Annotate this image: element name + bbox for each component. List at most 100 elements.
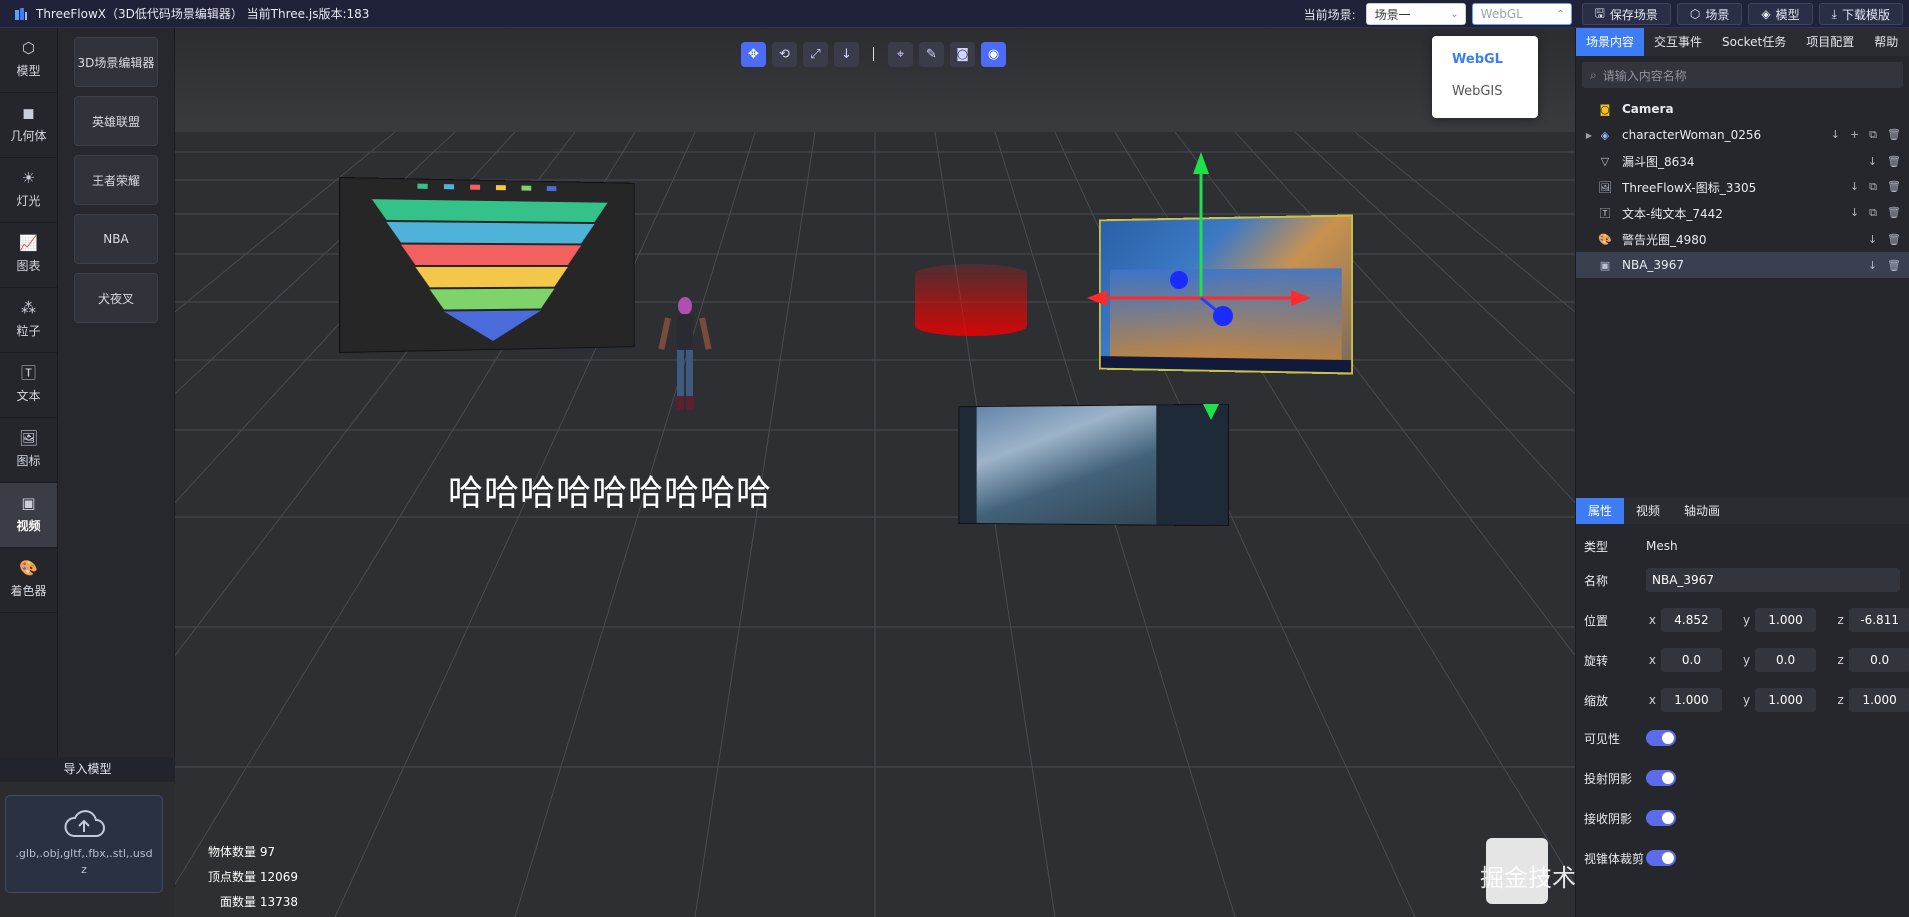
scene-button[interactable]: ⬡ 场景 [1676, 3, 1743, 25]
top-bar: ThreeFlowX（3D低代码场景编辑器） 当前Three.js版本:183 … [0, 0, 1909, 28]
sidebar-item-text[interactable]: 🅃 文本 [0, 353, 57, 418]
rotate-tool-button[interactable]: ⟲ [772, 41, 797, 67]
model-button[interactable]: ◈ 模型 [1748, 3, 1813, 25]
toggle-button[interactable]: ◉ [981, 41, 1006, 67]
screenshot-button[interactable]: ◙ [950, 41, 975, 67]
tab-axis-animation[interactable]: 轴动画 [1672, 498, 1732, 524]
drop-down-icon[interactable]: ↓ [1868, 155, 1877, 168]
scene-tabs: 场景内容 交互事件 Socket任务 项目配置 帮助 [1576, 28, 1909, 56]
tree-item-icon[interactable]: 🖼 ThreeFlowX-图标_3305 ↓ ⧉ 🗑 [1576, 174, 1909, 200]
delete-icon[interactable]: 🗑 [1887, 180, 1901, 194]
toggle-icon: ◉ [987, 46, 1000, 62]
drop-to-ground-button[interactable]: ↓ [834, 41, 859, 67]
asset-item-3d-editor[interactable]: 3D场景编辑器 [74, 37, 158, 87]
asset-item-honor-of-kings[interactable]: 王者荣耀 [74, 155, 158, 205]
sidebar-item-model[interactable]: ⬡ 模型 [0, 28, 57, 93]
sidebar-item-geometry[interactable]: ◼ 几何体 [0, 93, 57, 158]
camera-icon: ◙ [1599, 102, 1611, 116]
scale-y-input[interactable]: 1.000 [1755, 688, 1816, 712]
delete-icon[interactable]: 🗑 [1887, 155, 1901, 168]
gizmo-cone-icon [1203, 404, 1219, 420]
sidebar-item-icon[interactable]: 🖼 图标 [0, 418, 57, 483]
character-woman-object[interactable] [655, 294, 715, 414]
image-icon: 🖼 [1598, 180, 1612, 194]
tab-project-config[interactable]: 项目配置 [1796, 28, 1864, 56]
copy-icon[interactable]: ⧉ [1869, 128, 1877, 142]
drop-down-icon[interactable]: ↓ [1831, 128, 1840, 142]
tab-help[interactable]: 帮助 [1864, 28, 1908, 56]
asset-item-nba[interactable]: NBA [74, 214, 158, 264]
tab-scene-content[interactable]: 场景内容 [1576, 28, 1645, 56]
scene-select[interactable]: 场景一 ⌄ [1365, 3, 1466, 25]
asset-item-lol[interactable]: 英雄联盟 [74, 96, 158, 146]
warning-ring-object[interactable] [915, 264, 1027, 336]
rotation-y-input[interactable]: 0.0 [1755, 648, 1816, 672]
tree-item-nba[interactable]: ▣ NBA_3967 ↓ 🗑 [1576, 252, 1909, 278]
position-x-input[interactable]: 4.852 [1661, 608, 1722, 632]
receive-shadow-toggle[interactable] [1646, 810, 1676, 826]
add-icon[interactable]: + [1850, 128, 1859, 142]
drop-down-icon[interactable]: ↓ [1850, 206, 1859, 220]
arrow-down-icon: ↓ [841, 46, 852, 62]
name-field[interactable]: NBA_3967 [1646, 568, 1900, 592]
tree-item-camera[interactable]: ◙ Camera [1576, 96, 1909, 122]
draw-tool-button[interactable]: ✎ [919, 41, 944, 67]
render-option-webgis[interactable]: WebGIS [1432, 76, 1538, 108]
tab-properties[interactable]: 属性 [1576, 498, 1625, 524]
import-model-dropzone[interactable]: .glb,.obj,gltf,.fbx,.stl,.usdz [5, 795, 163, 893]
prop-receive-shadow-row: 接收阴影 [1576, 803, 1909, 833]
drop-down-icon[interactable]: ↓ [1850, 180, 1859, 194]
tree-item-warning-ring[interactable]: 🎨 警告光圈_4980 ↓ 🗑 [1576, 226, 1909, 252]
drop-down-icon[interactable]: ↓ [1868, 233, 1877, 246]
tree-item-text[interactable]: 🅃 文本-纯文本_7442 ↓ ⧉ 🗑 [1576, 200, 1909, 226]
sidebar-item-particle[interactable]: ⁂ 粒子 [0, 288, 57, 353]
download-template-button[interactable]: ⤓ 下载模版 [1818, 3, 1903, 25]
delete-icon[interactable]: 🗑 [1887, 206, 1901, 220]
rotation-z-input[interactable]: 0.0 [1849, 648, 1909, 672]
palette-icon: 🎨 [19, 559, 38, 577]
sidebar-item-chart[interactable]: 📈 图表 [0, 223, 57, 288]
render-mode-select[interactable]: WebGL ⌃ [1471, 3, 1572, 25]
transform-gizmo[interactable] [1081, 148, 1321, 348]
search-icon: ⌕ [1590, 67, 1597, 82]
render-option-webgl[interactable]: WebGL [1432, 44, 1538, 76]
caret-right-icon[interactable]: ▶ [1582, 131, 1596, 140]
tab-video[interactable]: 视频 [1624, 498, 1672, 524]
prop-scale-row: 缩放 x 1.000 y 1.000 z 1.000 [1576, 685, 1909, 715]
position-z-input[interactable]: -6.811 [1849, 608, 1909, 632]
scene-search-input[interactable]: ⌕ 请输入内容名称 [1582, 62, 1903, 88]
tab-interaction-events[interactable]: 交互事件 [1644, 28, 1712, 56]
tab-socket-tasks[interactable]: Socket任务 [1712, 28, 1796, 56]
frustum-culling-toggle[interactable] [1646, 850, 1676, 866]
delete-icon[interactable]: 🗑 [1887, 259, 1901, 272]
threeflowx-icon-object[interactable] [958, 403, 1230, 527]
save-scene-button[interactable]: 🖫 保存场景 [1581, 3, 1671, 25]
tree-item-character[interactable]: ▶ ◈ characterWoman_0256 ↓ + ⧉ 🗑 [1576, 122, 1909, 148]
cast-shadow-toggle[interactable] [1646, 770, 1676, 786]
3d-viewport[interactable]: ✥ ⟲ ⤢ ↓ ⌖ ✎ ◙ ◉ 哈哈哈哈哈哈哈哈哈 物体数量 97 顶点数量 1… [175, 28, 1575, 917]
copy-icon[interactable]: ⧉ [1869, 206, 1877, 220]
locate-tool-button[interactable]: ⌖ [888, 41, 913, 67]
move-tool-button[interactable]: ✥ [741, 41, 766, 67]
tree-item-funnel[interactable]: ▽ 漏斗图_8634 ↓ 🗑 [1576, 148, 1909, 174]
visible-toggle[interactable] [1646, 730, 1676, 746]
scale-tool-button[interactable]: ⤢ [803, 41, 828, 67]
rotation-x-input[interactable]: 0.0 [1661, 648, 1722, 672]
sidebar-item-light[interactable]: ☀ 灯光 [0, 158, 57, 223]
scale-z-input[interactable]: 1.000 [1849, 688, 1909, 712]
scale-x-input[interactable]: 1.000 [1661, 688, 1722, 712]
scene-icon: ⬡ [1689, 7, 1701, 21]
drop-down-icon[interactable]: ↓ [1868, 259, 1877, 272]
text-object[interactable]: 哈哈哈哈哈哈哈哈哈 [448, 465, 772, 516]
delete-icon[interactable]: 🗑 [1887, 233, 1901, 246]
sidebar-item-video[interactable]: ▣ 视频 [0, 483, 57, 548]
pen-icon: ✎ [926, 46, 937, 62]
position-y-input[interactable]: 1.000 [1755, 608, 1816, 632]
cloud-upload-icon [64, 810, 105, 837]
funnel-chart-object[interactable] [339, 176, 635, 354]
rotate-icon: ⟲ [779, 46, 790, 62]
copy-icon[interactable]: ⧉ [1869, 180, 1877, 194]
sidebar-item-shader[interactable]: 🎨 着色器 [0, 548, 57, 613]
asset-item-inuyasha[interactable]: 犬夜叉 [74, 273, 158, 323]
delete-icon[interactable]: 🗑 [1887, 128, 1901, 142]
